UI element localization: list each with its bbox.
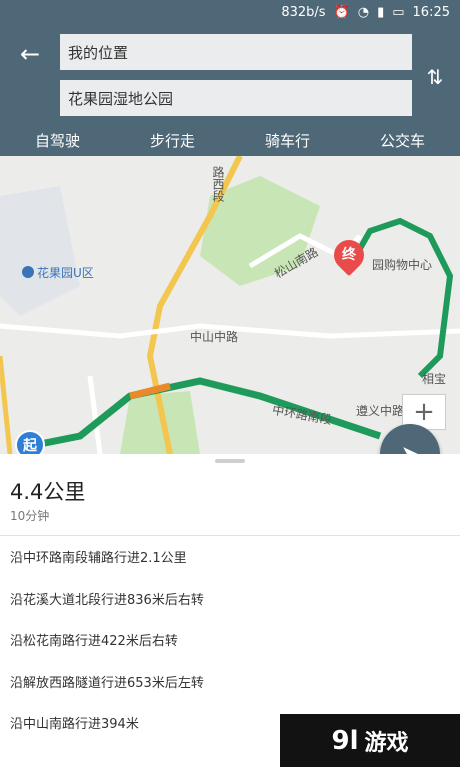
tab-transit[interactable]: 公交车 — [345, 124, 460, 156]
destination-text: 花果园湿地公园 — [68, 89, 174, 108]
route-line-east — [347, 217, 454, 379]
tab-bike[interactable]: 骑车行 — [230, 124, 345, 156]
alarm-icon: ⏰ — [333, 4, 350, 20]
travel-mode-tabs: 自驾驶 步行走 骑车行 公交车 — [0, 124, 460, 156]
start-marker-label: 起 — [23, 438, 37, 454]
route-summary[interactable]: 4.4公里 10分钟 — [0, 454, 460, 536]
end-marker-label: 终 — [342, 247, 356, 263]
map-label-zhongshan: 中山中路 — [190, 330, 239, 344]
route-step[interactable]: 沿解放西路隧道行进653米后左转 — [0, 661, 460, 703]
origin-input[interactable]: 我的位置 — [60, 34, 412, 70]
destination-input[interactable]: 花果园湿地公园 — [60, 80, 412, 116]
back-arrow-icon[interactable]: ← — [14, 38, 46, 70]
swap-icon[interactable]: ⇅ — [420, 62, 450, 92]
map-view[interactable]: 路西段 花果园U区 松山南路 园购物中心 中山中路 遵义中路 相宝 中环路南段 … — [0, 156, 460, 454]
watermark-text: 游戏 — [364, 730, 409, 756]
drag-handle[interactable] — [215, 459, 245, 463]
map-label-xiangshi: 相宝 — [422, 372, 447, 386]
poi-icon — [22, 266, 34, 278]
route-step[interactable]: 沿松花南路行进422米后右转 — [0, 619, 460, 661]
route-step[interactable]: 沿中环路南段辅路行进2.1公里 — [0, 536, 460, 578]
route-step[interactable]: 沿花溪大道北段行进836米后右转 — [0, 578, 460, 620]
side-road — [87, 375, 103, 454]
status-bar: 832b/s ⏰ ◔ ▮ ▭ 16:25 — [0, 0, 460, 24]
watermark-logo: 9l 游戏 — [280, 714, 460, 767]
block-area — [0, 186, 80, 316]
poi-huaguoyuan[interactable]: 花果园U区 — [22, 264, 94, 281]
route-header: ← 我的位置 花果园湿地公园 ⇅ 自驾驶 步行走 骑车行 公交车 — [0, 24, 460, 156]
route-duration: 10分钟 — [10, 509, 50, 523]
battery-icon: ▭ — [392, 4, 405, 20]
signal-icon: ▮ — [377, 4, 385, 20]
origin-text: 我的位置 — [68, 43, 129, 62]
tab-walk[interactable]: 步行走 — [115, 124, 230, 156]
map-label-zunyi: 遵义中路 — [356, 404, 405, 418]
poi-huaguoyuan-label: 花果园U区 — [37, 266, 94, 280]
route-steps: 沿中环路南段辅路行进2.1公里 沿花溪大道北段行进836米后右转 沿松花南路行进… — [0, 536, 460, 744]
watermark-badge: 9l — [331, 725, 359, 756]
tab-drive[interactable]: 自驾驶 — [0, 124, 115, 156]
wifi-icon: ◔ — [357, 4, 370, 20]
map-label-road-west: 路西段 — [211, 166, 225, 202]
start-marker-icon[interactable]: 起 — [15, 430, 45, 454]
west-road — [0, 355, 13, 454]
clock: 16:25 — [412, 4, 450, 20]
map-label-mall: 园购物中心 — [372, 258, 433, 272]
route-distance: 4.4公里 — [10, 480, 86, 504]
network-speed: 832b/s — [281, 4, 326, 20]
